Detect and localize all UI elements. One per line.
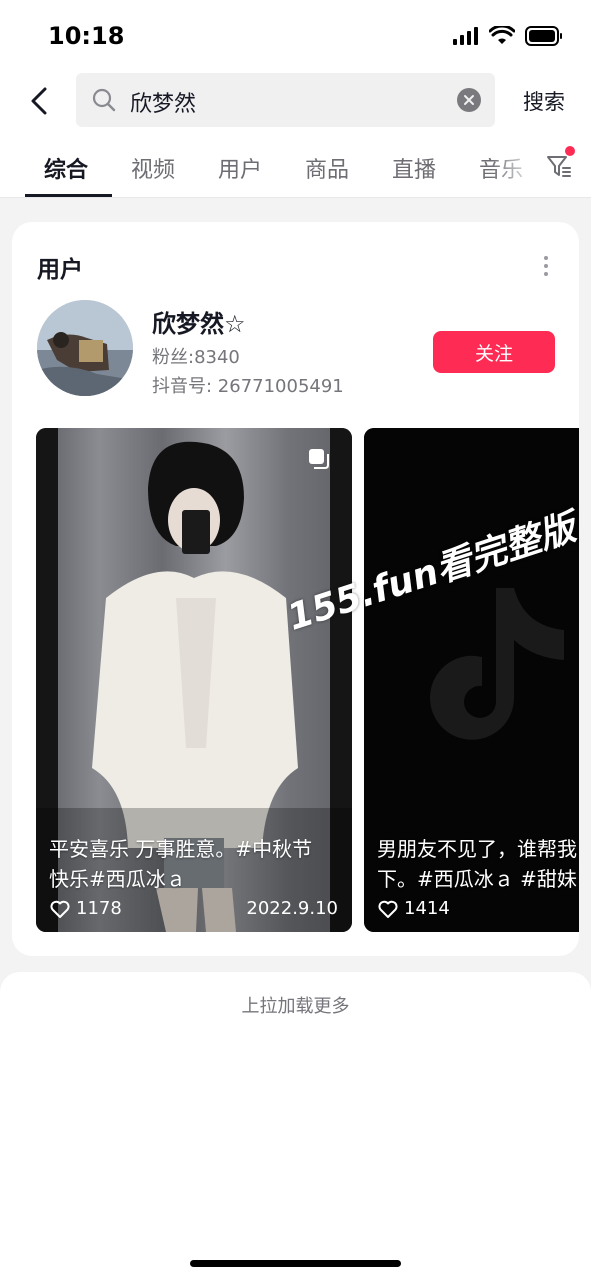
tab-live[interactable]: 直播 — [392, 152, 436, 184]
clear-search-button[interactable] — [457, 88, 481, 112]
tab-general[interactable]: 综合 — [44, 152, 88, 184]
active-tab-indicator — [25, 194, 112, 197]
filter-icon[interactable] — [545, 152, 573, 180]
video-caption: 平安喜乐 万事胜意。#中秋节 快乐#西瓜冰ａ — [49, 837, 313, 891]
chevron-left-icon — [31, 87, 47, 115]
video-card[interactable]: 平安喜乐 万事胜意。#中秋节 快乐#西瓜冰ａ 1178 2022.9.10 — [36, 428, 352, 932]
like-count: 1178 — [76, 898, 122, 919]
video-caption: 男朋友不见了，谁帮我 下。#西瓜冰ａ #甜妹 — [377, 837, 577, 891]
tab-products[interactable]: 商品 — [305, 152, 349, 184]
multi-image-icon — [309, 449, 329, 469]
heart-icon — [378, 900, 398, 918]
cellular-signal-icon — [453, 27, 478, 45]
search-row: 欣梦然 搜索 — [0, 70, 591, 132]
status-icons — [453, 26, 563, 46]
follow-button[interactable]: 关注 — [433, 331, 555, 373]
load-more-area: 上拉加载更多 — [0, 972, 591, 1280]
search-button[interactable]: 搜索 — [523, 86, 565, 116]
video-likes: 1178 — [50, 898, 122, 919]
heart-icon — [50, 900, 70, 918]
more-options-icon[interactable] — [543, 256, 549, 276]
search-query-text: 欣梦然 — [130, 92, 197, 117]
tab-users[interactable]: 用户 — [218, 152, 262, 184]
status-bar: 10:18 — [0, 0, 591, 70]
close-icon — [464, 95, 474, 105]
user-name[interactable]: 欣梦然☆ — [152, 304, 246, 339]
home-indicator[interactable] — [190, 1260, 401, 1267]
video-date: 2022.9.10 — [246, 898, 338, 919]
notification-dot — [565, 146, 575, 156]
user-fans-count: 粉丝:8340 — [152, 347, 240, 368]
tab-videos[interactable]: 视频 — [131, 152, 175, 184]
video-likes: 1414 — [378, 898, 450, 919]
avatar-image — [37, 300, 133, 396]
wifi-icon — [489, 26, 515, 44]
back-button[interactable] — [22, 84, 56, 118]
tab-bar: 综合 视频 用户 商品 直播 音乐 — [0, 132, 591, 198]
search-input[interactable]: 欣梦然 — [76, 73, 495, 127]
load-more-text: 上拉加载更多 — [241, 996, 350, 1017]
like-count: 1414 — [404, 898, 450, 919]
user-douyin-id: 抖音号: 26771005491 — [152, 376, 344, 397]
search-icon — [92, 88, 116, 112]
status-time: 10:18 — [48, 22, 125, 50]
battery-icon — [525, 26, 562, 46]
section-title: 用户 — [37, 257, 83, 283]
tab-fade-overlay — [491, 142, 551, 188]
avatar[interactable] — [37, 300, 133, 396]
